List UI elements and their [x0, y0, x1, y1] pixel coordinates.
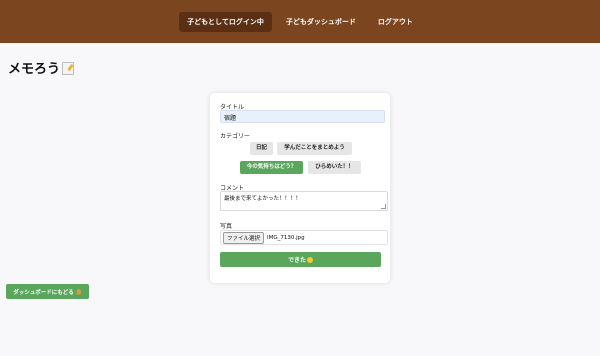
selected-file-name: IMG_7130.jpg: [267, 234, 305, 241]
category-diary-button[interactable]: 日記: [250, 142, 273, 155]
photo-label: 写真: [220, 223, 233, 230]
submit-button[interactable]: できた: [220, 252, 381, 267]
choose-file-button[interactable]: ファイル選択: [223, 231, 265, 244]
page-title-text: メモろう: [8, 62, 61, 77]
top-navbar: 子どもとしてログイン中 子どもダッシュボード ログアウト: [0, 0, 600, 43]
memo-form-card: タイトル 宿題 カテゴリー 日記 学んだことをまとめよう 今の気持ちはどう？ ひ…: [210, 93, 390, 283]
title-input[interactable]: 宿題: [220, 110, 385, 123]
category-label: カテゴリー: [220, 133, 251, 140]
comment-text: 最後まで来てよかった！！！！: [224, 196, 302, 202]
back-to-dashboard-button[interactable]: ダッシュボードにもどる: [6, 284, 89, 299]
category-summary-button[interactable]: 学んだことをまとめよう: [277, 142, 352, 155]
category-feeling-button[interactable]: 今の気持ちはどう？: [240, 161, 303, 174]
comment-textarea[interactable]: 最後まで来てよかった！！！！: [220, 191, 388, 211]
photo-file-input[interactable]: ファイル選択 IMG_7130.jpg: [220, 230, 388, 245]
memo-icon: [62, 62, 75, 75]
resize-grip-icon[interactable]: [381, 204, 386, 209]
category-idea-button[interactable]: ひらめいた！！: [308, 161, 361, 174]
house-icon: [75, 288, 82, 295]
nav-child-dashboard[interactable]: 子どもダッシュボード: [278, 12, 364, 32]
back-button-label: ダッシュボードにもどる: [13, 289, 74, 296]
submit-button-label: できた: [287, 257, 306, 264]
nav-logout[interactable]: ログアウト: [370, 12, 421, 32]
smile-icon: [307, 256, 313, 263]
page-title: メモろう: [8, 58, 75, 77]
nav-logged-in-as-child[interactable]: 子どもとしてログイン中: [179, 11, 272, 32]
